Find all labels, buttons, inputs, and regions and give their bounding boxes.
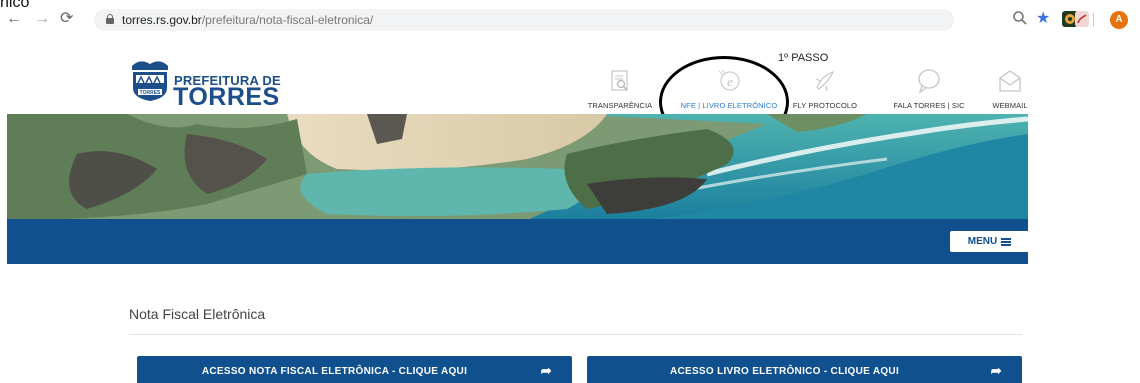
button-label: ACESSO LIVRO ELETRÔNICO - CLIQUE AQUI	[669, 366, 900, 377]
quick-link-label: WEBMAIL	[992, 101, 1028, 110]
plane-icon	[815, 70, 835, 92]
forward-arrow-icon[interactable]: →	[34, 10, 50, 28]
button-label: ACESSO NOTA FISCAL ELETRÔNICA - CLIQUE A…	[201, 366, 468, 377]
back-arrow-icon[interactable]: ←	[6, 10, 22, 28]
url-text: torres.rs.gov.br/prefeitura/nota-fiscal-…	[122, 13, 373, 27]
reload-icon[interactable]: ⟳	[60, 10, 73, 28]
menu-button[interactable]: MENU	[950, 231, 1029, 252]
quick-link-label: FALA TORRES | SIC	[893, 101, 965, 110]
livro-access-button[interactable]: ACESSO LIVRO ELETRÔNICO - CLIQUE AQUI ➦	[587, 356, 1022, 383]
page-title: Nota Fiscal Eletrônica	[129, 306, 266, 322]
emblem-label: TORRES	[140, 90, 161, 96]
url-host: torres.rs.gov.br	[122, 13, 202, 27]
quick-link-label: FLY PROTOCOLO	[792, 101, 858, 110]
browser-toolbar: ← → ⟳ torres.rs.gov.br/prefeitura/nota-f…	[0, 8, 1140, 34]
hero-banner-image	[7, 114, 1028, 220]
hamburger-icon	[1001, 237, 1012, 246]
city-emblem-icon: TORRES	[132, 61, 168, 101]
quick-link-fala-torres[interactable]: FALA TORRES | SIC	[889, 67, 969, 110]
nfe-access-button[interactable]: ACESSO NOTA FISCAL ELETRÔNICA - CLIQUE A…	[137, 356, 572, 383]
magnifier-document-icon	[611, 70, 628, 91]
share-arrow-icon: ➦	[990, 363, 1002, 378]
quick-link-webmail[interactable]: WEBMAIL	[985, 67, 1035, 110]
lock-icon	[106, 14, 114, 24]
site-logo[interactable]: TORRES PREFEITURA DE TORRES	[127, 56, 281, 111]
navigation-bar	[7, 219, 1028, 264]
envelope-icon	[999, 70, 1021, 92]
star-icon[interactable]: ★	[1036, 10, 1050, 28]
quick-link-transparencia[interactable]: TRANSPARÊNCIA	[585, 67, 655, 110]
address-bar[interactable]: torres.rs.gov.br/prefeitura/nota-fiscal-…	[94, 9, 954, 31]
share-arrow-icon: ➦	[540, 363, 552, 378]
page: nico ← → ⟳ torres.rs.gov.br/prefeitura/n…	[0, 0, 1140, 383]
speech-bubble-icon	[918, 69, 940, 94]
toolbar-divider	[1093, 13, 1094, 27]
quick-link-label: TRANSPARÊNCIA	[587, 101, 653, 110]
title-divider	[129, 334, 1022, 335]
pdf-icon[interactable]	[1075, 11, 1089, 27]
logo-line-2: TORRES	[173, 83, 280, 111]
step-annotation: 1º PASSO	[778, 52, 829, 64]
profile-avatar[interactable]: A	[1110, 11, 1128, 29]
url-path: /prefeitura/nota-fiscal-eletronica/	[201, 13, 374, 27]
quick-link-fly-protocolo[interactable]: FLY PROTOCOLO	[787, 67, 863, 110]
menu-label: MENU	[967, 236, 998, 247]
zoom-icon[interactable]	[1012, 10, 1028, 31]
